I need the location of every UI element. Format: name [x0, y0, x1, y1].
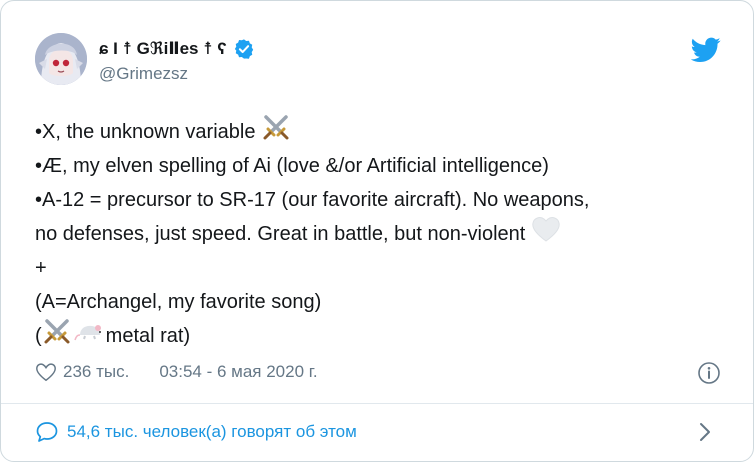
timestamp[interactable]: 03:54 - 6 мая 2020 г.: [159, 362, 317, 382]
tweet-line-text: (A=Archangel, my favorite song): [35, 291, 322, 313]
comment-bubble-icon: [35, 420, 59, 444]
twitter-bird-icon[interactable]: [690, 37, 721, 63]
tweet-line-text: (: [35, 325, 42, 347]
discussion-link[interactable]: 54,6 тыс. человек(а) говорят об этом: [35, 417, 357, 447]
tweet-line: +: [35, 251, 725, 285]
tweet-meta: 236 тыс. 03:54 - 6 мая 2020 г.: [35, 357, 318, 387]
info-icon[interactable]: [697, 361, 721, 385]
white-heart-icon: [531, 215, 561, 254]
heart-icon[interactable]: [35, 361, 57, 383]
tweet-card: ɕ Ɩ ☨ GℜiⅡes ☨ ʕ @Grimezsz •X, the unkno…: [0, 0, 754, 462]
like-count[interactable]: 236 тыс.: [63, 362, 129, 382]
tweet-line-text: •X, the unknown variable: [35, 121, 256, 143]
tweet-line-text: •A-12 = precursor to SR-17 (our favorite…: [35, 189, 590, 211]
divider: [1, 403, 753, 404]
user-handle[interactable]: @Grimezsz: [99, 63, 255, 85]
tweet-line: •A-12 = precursor to SR-17 (our favorite…: [35, 183, 725, 217]
avatar[interactable]: [35, 33, 87, 85]
discussion-text: 54,6 тыс. человек(а) говорят об этом: [67, 422, 357, 441]
tweet-line-text: +: [35, 257, 47, 279]
tweet-text: •X, the unknown variable •Æ, my elven sp…: [35, 114, 725, 354]
tweet-line: •X, the unknown variable: [35, 114, 725, 149]
display-name[interactable]: ɕ Ɩ ☨ GℜiⅡes ☨ ʕ: [99, 38, 255, 60]
tweet-line: •Æ, my elven spelling of Ai (love &/or A…: [35, 149, 725, 183]
verified-badge-icon: [233, 38, 255, 60]
user-names: ɕ Ɩ ☨ GℜiⅡes ☨ ʕ @Grimezsz: [99, 38, 255, 85]
crossed-swords-icon: [261, 112, 291, 153]
tweet-line: no defenses, just speed. Great in battle…: [35, 215, 725, 254]
rat-icon: [73, 319, 106, 354]
tweet-line: (A=Archangel, my favorite song): [35, 285, 725, 319]
tweet-line: ( metal rat): [35, 318, 725, 354]
tweet-line-text: metal rat): [105, 325, 191, 347]
crossed-swords-icon: [42, 316, 72, 357]
tweet-header: ɕ Ɩ ☨ GℜiⅡes ☨ ʕ @Grimezsz: [35, 33, 733, 93]
tweet-line-text: •Æ, my elven spelling of Ai (love &/or A…: [35, 155, 549, 177]
display-name-text: ɕ Ɩ ☨ GℜiⅡes ☨ ʕ: [99, 39, 227, 58]
tweet-line-text: no defenses, just speed. Great in battle…: [35, 223, 526, 245]
chevron-right-icon[interactable]: [697, 421, 713, 443]
